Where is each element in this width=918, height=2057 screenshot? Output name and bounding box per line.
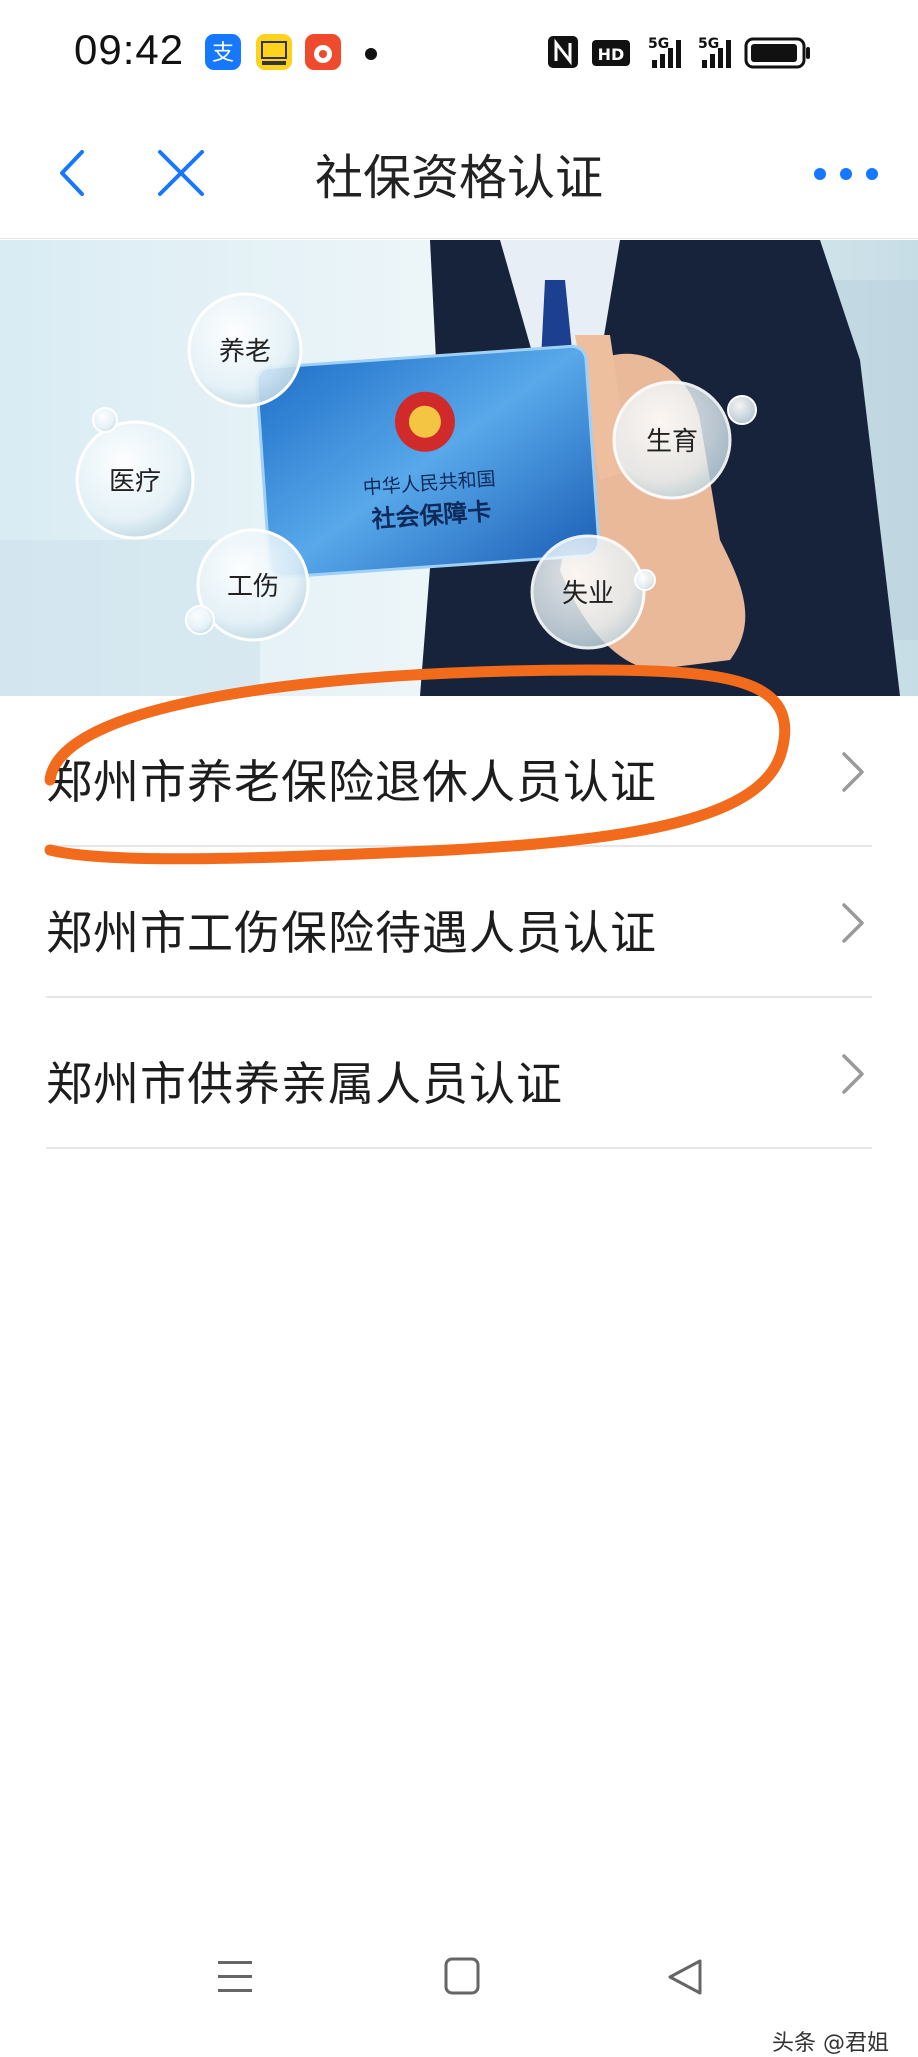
chevron-right-icon — [842, 752, 864, 792]
signal-5g-icon: 5G — [648, 36, 681, 68]
nav-bar: 社保资格认证 — [0, 108, 918, 239]
more-dots-icon — [814, 168, 878, 180]
svg-text:HD: HD — [598, 45, 625, 64]
status-bar: 09:42 支 HD 5G 5G — [0, 0, 918, 108]
toutiao-icon — [256, 34, 292, 70]
system-nav-bar — [0, 1945, 918, 2025]
svg-text:工伤: 工伤 — [227, 572, 279, 602]
svg-text:支: 支 — [212, 41, 234, 66]
status-icons: HD 5G 5G — [548, 36, 810, 69]
list-item-label: 郑州市养老保险退休人员认证 — [46, 755, 657, 809]
red-app-icon — [305, 34, 341, 70]
menu-icon[interactable] — [218, 1961, 252, 1992]
svg-text:养老: 养老 — [219, 337, 271, 367]
more-button[interactable] — [808, 138, 888, 208]
bubble-maternity: 生育 — [612, 380, 732, 500]
list-item-label: 郑州市工伤保险待遇人员认证 — [46, 906, 657, 960]
home-icon[interactable] — [444, 1957, 480, 1995]
dot-icon — [365, 48, 377, 60]
banner-image: 中华人民共和国 社会保障卡 养老 医疗 工伤 生育 失业 — [0, 240, 918, 696]
watermark: 头条 @君姐 — [772, 2031, 889, 2056]
chevron-right-icon — [842, 903, 864, 943]
svg-text:5G: 5G — [698, 36, 719, 52]
list-item-label: 郑州市供养亲属人员认证 — [46, 1057, 563, 1111]
svg-text:5G: 5G — [648, 36, 669, 52]
page-title: 社保资格认证 — [314, 150, 603, 206]
hd-icon: HD — [592, 40, 630, 66]
nfc-icon — [548, 36, 578, 68]
svg-text:失业: 失业 — [562, 579, 614, 609]
status-time: 09:42 — [74, 26, 185, 73]
svg-text:医疗: 医疗 — [109, 467, 161, 497]
list-item[interactable]: 郑州市供养亲属人员认证 — [46, 998, 872, 1149]
chevron-right-icon — [842, 1054, 864, 1094]
battery-icon — [744, 37, 810, 69]
list-item[interactable]: 郑州市工伤保险待遇人员认证 — [46, 847, 872, 998]
list-item[interactable]: 郑州市养老保险退休人员认证 — [46, 696, 872, 847]
svg-text:生育: 生育 — [646, 427, 698, 457]
bubble-pension: 养老 — [187, 292, 303, 408]
social-security-banner: 中华人民共和国 社会保障卡 养老 医疗 工伤 生育 失业 — [0, 240, 918, 696]
certification-list: 郑州市养老保险退休人员认证 郑州市工伤保险待遇人员认证 郑州市供养亲属人员认证 — [0, 696, 918, 1149]
alipay-icon: 支 — [205, 34, 241, 70]
back-nav-icon[interactable] — [668, 1959, 702, 1995]
signal-5g-icon: 5G — [698, 36, 731, 68]
bubble-medical: 医疗 — [75, 420, 195, 540]
bubble-unemployment: 失业 — [530, 534, 646, 650]
